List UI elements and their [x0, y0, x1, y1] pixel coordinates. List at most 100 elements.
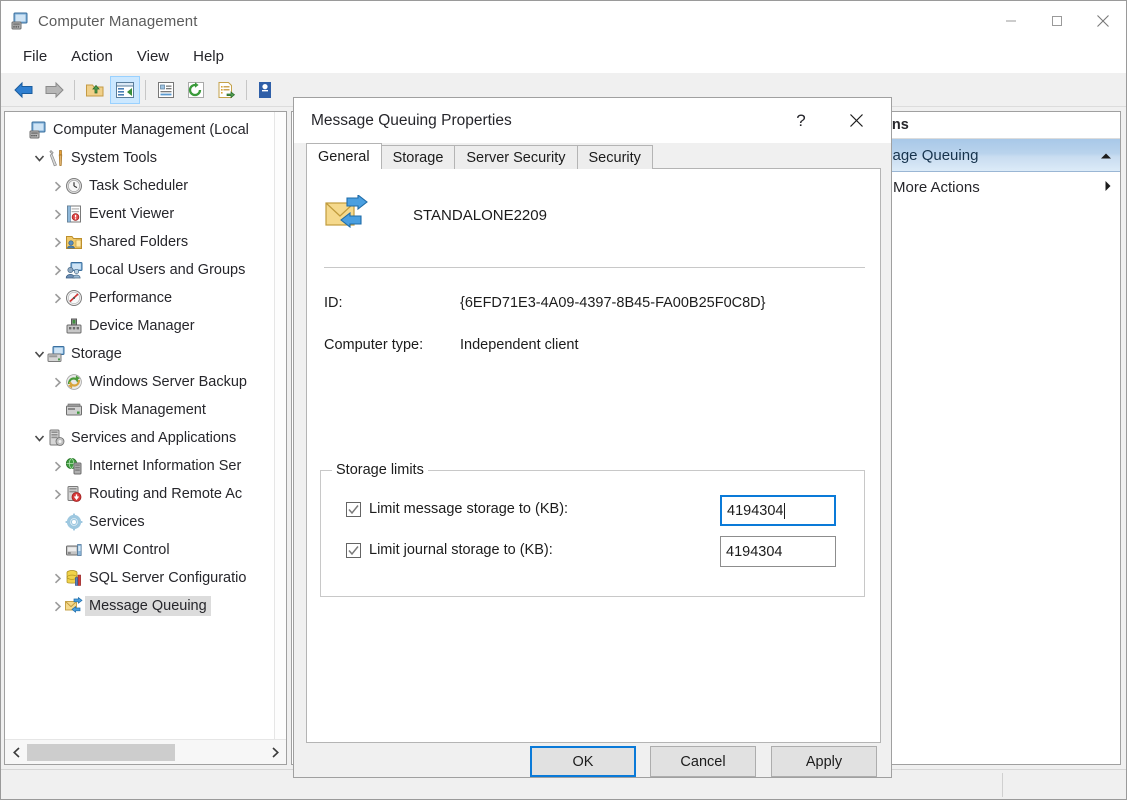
tree-item-local-users-and-groups[interactable]: Local Users and Groups — [5, 256, 275, 284]
tree-item-storage[interactable]: Storage — [5, 340, 275, 368]
tree-item-services[interactable]: Services — [5, 508, 275, 536]
back-icon[interactable] — [9, 76, 39, 104]
scroll-left-icon[interactable] — [5, 740, 27, 764]
storage-limits-title: Storage limits — [332, 462, 428, 478]
tree-item-disk-management[interactable]: Disk Management — [5, 396, 275, 424]
tab-general[interactable]: General — [306, 143, 382, 169]
tab-server-security[interactable]: Server Security — [454, 145, 577, 169]
tree-item-label: Services — [89, 515, 145, 530]
wmi-control-icon — [65, 541, 83, 559]
field-id-label: ID: — [324, 295, 343, 311]
tree-horizontal-scrollbar[interactable] — [5, 739, 286, 764]
chevron-right-icon[interactable] — [49, 480, 65, 508]
menu-view[interactable]: View — [126, 45, 180, 69]
chevron-right-icon[interactable] — [49, 368, 65, 396]
up-one-level-icon[interactable] — [80, 76, 110, 104]
tree-item-windows-server-backup[interactable]: Windows Server Backup — [5, 368, 275, 396]
console-tree: Computer Management (Local System ToolsTa… — [5, 112, 275, 620]
twist-placeholder — [49, 508, 65, 536]
chevron-right-icon[interactable] — [49, 284, 65, 312]
close-icon[interactable] — [1080, 1, 1126, 41]
tab-security[interactable]: Security — [577, 145, 653, 169]
tree-item-label: SQL Server Configuratio — [89, 571, 246, 586]
tree-item-label: Computer Management (Local — [53, 123, 249, 138]
dialog-close-icon[interactable] — [833, 98, 879, 143]
tree-item-wmi-control[interactable]: WMI Control — [5, 536, 275, 564]
apply-button[interactable]: Apply — [771, 746, 877, 777]
twist-placeholder — [49, 396, 65, 424]
refresh-icon[interactable] — [181, 76, 211, 104]
iis-icon — [65, 457, 83, 475]
forward-icon[interactable] — [39, 76, 69, 104]
limit-journal-storage-checkbox[interactable] — [346, 543, 361, 558]
tree-item-shared-folders[interactable]: Shared Folders — [5, 228, 275, 256]
menu-help[interactable]: Help — [182, 45, 235, 69]
tree-item-message-queuing[interactable]: Message Queuing — [5, 592, 275, 620]
chevron-down-icon[interactable] — [31, 144, 47, 172]
chevron-down-icon[interactable] — [31, 424, 47, 452]
chevron-down-icon[interactable] — [31, 340, 47, 368]
tree-item-routing-and-remote-ac[interactable]: Routing and Remote Ac — [5, 480, 275, 508]
limit-message-storage-checkbox[interactable] — [346, 502, 361, 517]
action-item-more-actions[interactable]: More Actions — [879, 172, 1120, 202]
actions-group-message-queuing[interactable]: sage Queuing — [879, 139, 1120, 172]
device-manager-icon — [65, 317, 83, 335]
properties-icon[interactable] — [151, 76, 181, 104]
chevron-right-icon[interactable] — [49, 592, 65, 620]
tree-item-task-scheduler[interactable]: Task Scheduler — [5, 172, 275, 200]
menu-action[interactable]: Action — [60, 45, 124, 69]
chevron-right-icon[interactable] — [49, 200, 65, 228]
window-controls — [988, 1, 1126, 41]
export-list-icon[interactable] — [211, 76, 241, 104]
shared-folders-icon — [65, 233, 83, 251]
minimize-icon[interactable] — [988, 1, 1034, 41]
tree-item-performance[interactable]: Performance — [5, 284, 275, 312]
maximize-icon[interactable] — [1034, 1, 1080, 41]
computer-name: STANDALONE2209 — [413, 207, 547, 224]
dialog-help-button[interactable]: ? — [779, 98, 823, 143]
chevron-right-icon[interactable] — [1104, 179, 1112, 196]
help-icon[interactable] — [252, 76, 282, 104]
tree-scroll-area: Computer Management (Local System ToolsTa… — [5, 112, 275, 739]
chevron-right-icon[interactable] — [49, 228, 65, 256]
limit-message-storage-input[interactable]: 4194304 — [720, 495, 836, 526]
toolbar-separator — [74, 80, 75, 100]
cancel-button[interactable]: Cancel — [650, 746, 756, 777]
message-queuing-properties-dialog: Message Queuing Properties ? GeneralStor… — [293, 97, 892, 778]
tree-item-internet-information-ser[interactable]: Internet Information Ser — [5, 452, 275, 480]
limit-journal-storage-checkbox-row[interactable]: Limit journal storage to (KB): — [346, 542, 553, 558]
computer-management-icon — [11, 12, 29, 30]
window-title: Computer Management — [38, 13, 197, 30]
ok-button[interactable]: OK — [530, 746, 636, 777]
tree-item-label: Services and Applications — [71, 431, 236, 446]
limit-message-storage-checkbox-row[interactable]: Limit message storage to (KB): — [346, 501, 568, 517]
chevron-right-icon[interactable] — [49, 172, 65, 200]
computer-management-window: Computer Management File Action View Hel… — [0, 0, 1127, 800]
limit-journal-storage-input[interactable]: 4194304 — [720, 536, 836, 567]
chevron-right-icon[interactable] — [49, 452, 65, 480]
scroll-right-icon[interactable] — [264, 740, 286, 764]
message-queuing-icon — [325, 195, 371, 235]
chevron-up-icon[interactable] — [1100, 147, 1112, 164]
tree-vertical-scrollbar[interactable] — [274, 112, 286, 739]
tree-item-services-and-applications[interactable]: Services and Applications — [5, 424, 275, 452]
menu-bar: File Action View Help — [1, 41, 1126, 73]
tree-item-label: Storage — [71, 347, 122, 362]
limit-message-storage-label: Limit message storage to (KB): — [369, 501, 568, 517]
users-icon — [65, 261, 83, 279]
tree-item-sql-server-configuratio[interactable]: SQL Server Configuratio — [5, 564, 275, 592]
tree-item-label: Message Queuing — [85, 596, 211, 617]
chevron-right-icon[interactable] — [49, 256, 65, 284]
tree-item-event-viewer[interactable]: Event Viewer — [5, 200, 275, 228]
disk-management-icon — [65, 401, 83, 419]
actions-group-label: sage Queuing — [885, 147, 1100, 164]
action-item-label: More Actions — [893, 179, 1104, 196]
show-hide-console-tree-icon[interactable] — [110, 76, 140, 104]
tree-item-system-tools[interactable]: System Tools — [5, 144, 275, 172]
tree-item-device-manager[interactable]: Device Manager — [5, 312, 275, 340]
tree-item-computer-management-local[interactable]: Computer Management (Local — [5, 116, 275, 144]
tab-storage[interactable]: Storage — [381, 145, 456, 169]
chevron-right-icon[interactable] — [49, 564, 65, 592]
menu-file[interactable]: File — [12, 45, 58, 69]
horizontal-scroll-thumb[interactable] — [27, 744, 175, 761]
